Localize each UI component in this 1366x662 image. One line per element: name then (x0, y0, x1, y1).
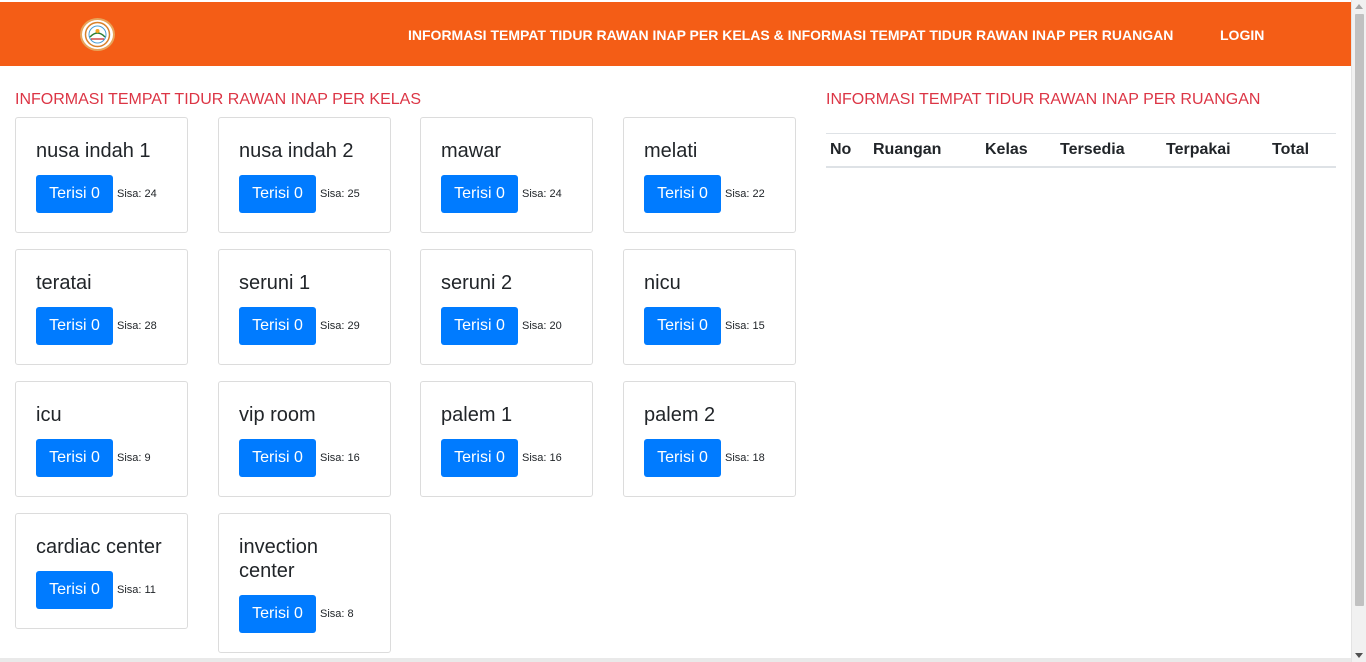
scroll-down-arrow-icon[interactable] (1355, 653, 1363, 658)
ruangan-table: No Ruangan Kelas Tersedia Terpakai Total (826, 133, 1336, 168)
room-name: seruni 1 (239, 272, 311, 294)
sisa-label: Sisa: 24 (117, 188, 157, 200)
room-card: invection center Terisi 0 Sisa: 8 (218, 513, 391, 653)
room-card: melati Terisi 0 Sisa: 22 (623, 117, 796, 233)
horizontal-scroll-edge (0, 658, 1351, 662)
room-name: nicu (644, 272, 681, 294)
column-header-total: Total (1268, 133, 1336, 168)
room-name: mawar (441, 140, 502, 162)
terisi-button[interactable]: Terisi 0 (239, 595, 316, 633)
nav-link-informasi[interactable]: INFORMASI TEMPAT TIDUR RAWAN INAP PER KE… (408, 27, 1173, 43)
terisi-button[interactable]: Terisi 0 (36, 571, 113, 609)
room-card: teratai Terisi 0 Sisa: 28 (15, 249, 188, 365)
sisa-label: Sisa: 8 (320, 608, 354, 620)
sisa-label: Sisa: 15 (725, 320, 765, 332)
room-name: vip room (239, 404, 316, 426)
room-name: icu (36, 404, 62, 426)
room-name: seruni 2 (441, 272, 513, 294)
sisa-label: Sisa: 22 (725, 188, 765, 200)
room-card: nicu Terisi 0 Sisa: 15 (623, 249, 796, 365)
terisi-button[interactable]: Terisi 0 (36, 439, 113, 477)
vertical-scrollbar[interactable] (1351, 0, 1366, 662)
sisa-label: Sisa: 20 (522, 320, 562, 332)
room-card: mawar Terisi 0 Sisa: 24 (420, 117, 593, 233)
terisi-button[interactable]: Terisi 0 (644, 175, 721, 213)
terisi-button[interactable]: Terisi 0 (36, 175, 113, 213)
nav-link-login[interactable]: LOGIN (1220, 27, 1264, 43)
terisi-button[interactable]: Terisi 0 (644, 439, 721, 477)
room-name: melati (644, 140, 698, 162)
top-navbar: INFORMASI TEMPAT TIDUR RAWAN INAP PER KE… (0, 0, 1351, 66)
terisi-button[interactable]: Terisi 0 (36, 307, 113, 345)
room-name: teratai (36, 272, 92, 294)
terisi-button[interactable]: Terisi 0 (239, 439, 316, 477)
sisa-label: Sisa: 28 (117, 320, 157, 332)
room-card: vip room Terisi 0 Sisa: 16 (218, 381, 391, 497)
sisa-label: Sisa: 16 (320, 452, 360, 464)
room-name: palem 2 (644, 404, 716, 426)
room-card: seruni 2 Terisi 0 Sisa: 20 (420, 249, 593, 365)
room-name: nusa indah 2 (239, 140, 354, 162)
room-card: nusa indah 2 Terisi 0 Sisa: 25 (218, 117, 391, 233)
sisa-label: Sisa: 16 (522, 452, 562, 464)
terisi-button[interactable]: Terisi 0 (239, 175, 316, 213)
terisi-button[interactable]: Terisi 0 (644, 307, 721, 345)
sisa-label: Sisa: 25 (320, 188, 360, 200)
room-name: palem 1 (441, 404, 513, 426)
terisi-button[interactable]: Terisi 0 (441, 175, 518, 213)
column-header-no: No (826, 133, 869, 168)
column-header-ruangan: Ruangan (869, 133, 981, 168)
room-card: cardiac center Terisi 0 Sisa: 11 (15, 513, 188, 629)
room-name: nusa indah 1 (36, 140, 151, 162)
column-header-terpakai: Terpakai (1162, 133, 1268, 168)
column-header-tersedia: Tersedia (1056, 133, 1162, 168)
terisi-button[interactable]: Terisi 0 (441, 307, 518, 345)
scrollbar-thumb[interactable] (1355, 14, 1364, 606)
sisa-label: Sisa: 9 (117, 452, 151, 464)
sisa-label: Sisa: 18 (725, 452, 765, 464)
room-card: icu Terisi 0 Sisa: 9 (15, 381, 188, 497)
table-header-row: No Ruangan Kelas Tersedia Terpakai Total (826, 133, 1336, 168)
terisi-button[interactable]: Terisi 0 (441, 439, 518, 477)
scroll-up-arrow-icon[interactable] (1355, 4, 1363, 9)
room-name: invection center (239, 536, 318, 582)
room-card: palem 2 Terisi 0 Sisa: 18 (623, 381, 796, 497)
section-title-per-kelas: INFORMASI TEMPAT TIDUR RAWAN INAP PER KE… (15, 91, 421, 108)
room-card: nusa indah 1 Terisi 0 Sisa: 24 (15, 117, 188, 233)
sisa-label: Sisa: 24 (522, 188, 562, 200)
room-card: palem 1 Terisi 0 Sisa: 16 (420, 381, 593, 497)
room-name: cardiac center (36, 536, 162, 558)
sisa-label: Sisa: 29 (320, 320, 360, 332)
section-title-per-ruangan: INFORMASI TEMPAT TIDUR RAWAN INAP PER RU… (826, 91, 1261, 108)
terisi-button[interactable]: Terisi 0 (239, 307, 316, 345)
room-card: seruni 1 Terisi 0 Sisa: 29 (218, 249, 391, 365)
sisa-label: Sisa: 11 (117, 584, 156, 596)
hospital-logo-icon[interactable] (80, 18, 115, 51)
column-header-kelas: Kelas (981, 133, 1056, 168)
